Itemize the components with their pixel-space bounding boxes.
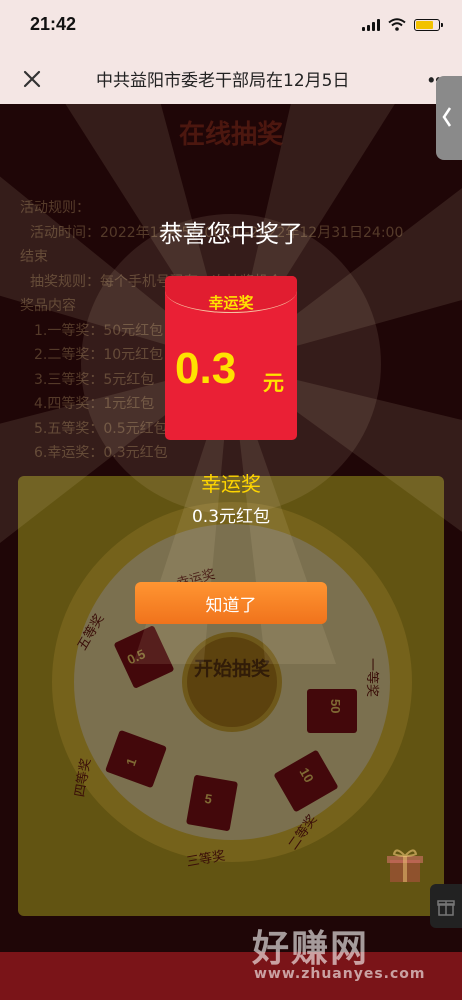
signal-icon (362, 18, 380, 31)
status-bar: 21:42 (0, 0, 462, 52)
envelope-amount: 0.3 (175, 344, 237, 393)
prize-name: 幸运奖 (201, 472, 261, 496)
gift-icon (437, 900, 455, 916)
gift-box-icon (387, 849, 423, 882)
ok-button[interactable]: 知道了 (135, 582, 327, 624)
battery-icon (414, 18, 443, 31)
envelope-prize-label: 幸运奖 (208, 294, 254, 312)
chevron-left-icon (442, 107, 452, 127)
prize-description: 0.3元红包 (191, 507, 271, 527)
envelope-unit: 元 (263, 371, 284, 395)
congrats-text: 恭喜您中奖了 (159, 220, 303, 248)
status-time: 21:42 (30, 14, 77, 34)
gift-tab[interactable] (430, 884, 462, 928)
nav-bar: 中共益阳市委老干部局在12月5日 ••• (0, 52, 462, 104)
page-title-bar: 中共益阳市委老干部局在12月5日 (96, 71, 350, 90)
status-icons (362, 18, 443, 31)
red-envelope: 幸运奖 0.3 元 (165, 276, 297, 440)
watermark-url: www.zhuanyes.com (254, 966, 426, 982)
side-drawer-tab[interactable] (436, 76, 462, 160)
watermark-logo: 好赚网 (252, 927, 369, 970)
wifi-icon (388, 18, 406, 31)
close-icon[interactable] (18, 65, 46, 93)
